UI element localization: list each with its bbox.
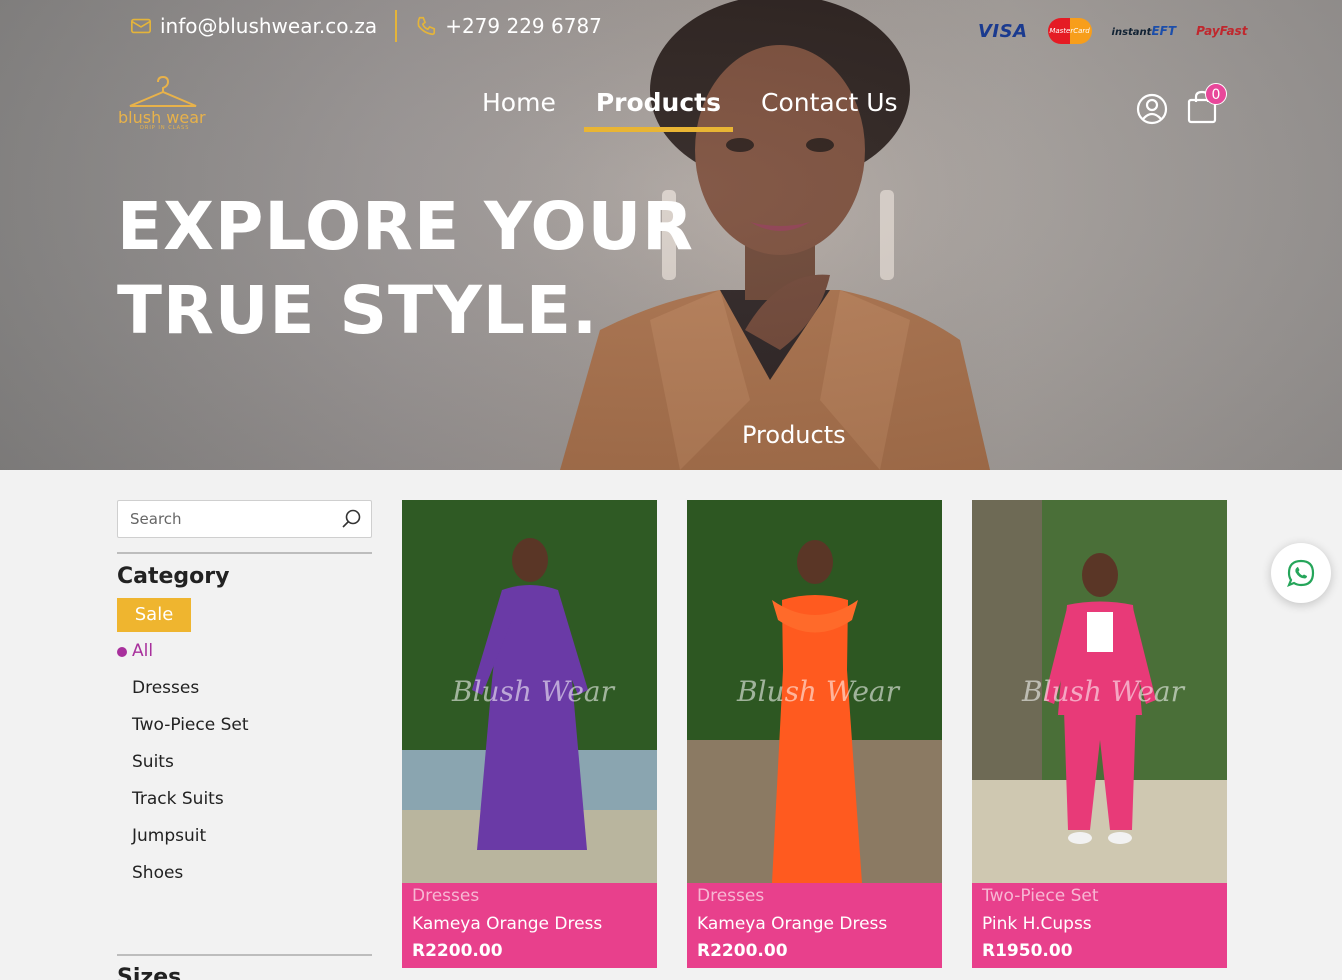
payment-logos: VISA MasterCard instantEFT PayFast bbox=[978, 18, 1247, 44]
nav-products[interactable]: Products bbox=[583, 88, 733, 132]
product-info: Dresses Kameya Orange Dress R2200.00 bbox=[412, 885, 602, 964]
instant-eft-suffix: EFT bbox=[1151, 24, 1177, 38]
phone-contact[interactable]: +279 229 6787 bbox=[415, 14, 602, 38]
product-name[interactable]: Pink H.Cupss bbox=[982, 910, 1099, 938]
sale-filter-button[interactable]: Sale bbox=[117, 598, 191, 632]
product-card[interactable]: Blush Wear Dresses Kameya Orange Dress R… bbox=[687, 500, 942, 968]
email-text[interactable]: info@blushwear.co.za bbox=[160, 14, 377, 38]
payfast-logo: PayFast bbox=[1196, 24, 1248, 38]
sizes-heading: Sizes bbox=[117, 965, 182, 980]
product-category: Dresses bbox=[412, 886, 480, 906]
product-price: R1950.00 bbox=[982, 941, 1073, 961]
category-item-track-suits[interactable]: Track Suits bbox=[117, 786, 249, 823]
instant-eft-logo: instantEFT bbox=[1112, 24, 1177, 38]
instant-eft-prefix: instant bbox=[1111, 27, 1152, 38]
main-nav: Home Products Contact Us bbox=[470, 88, 910, 132]
hero-headline-line1: EXPLORE YOUR bbox=[117, 188, 694, 265]
product-name[interactable]: Kameya Orange Dress bbox=[412, 910, 602, 938]
category-item-shoes[interactable]: Shoes bbox=[117, 860, 249, 897]
category-item-all[interactable]: All bbox=[117, 638, 249, 675]
contact-bar: info@blushwear.co.za +279 229 6787 bbox=[130, 10, 602, 42]
product-card[interactable]: Blush Wear Two-Piece Set Pink H.Cupss R1… bbox=[972, 500, 1227, 968]
category-list: All Dresses Two-Piece Set Suits Track Su… bbox=[117, 638, 249, 897]
site-logo[interactable]: blush wear DRIP IN CLASS bbox=[118, 75, 210, 132]
category-item-suits[interactable]: Suits bbox=[117, 749, 249, 786]
cart-count-badge: 0 bbox=[1205, 83, 1227, 105]
category-item-dresses[interactable]: Dresses bbox=[117, 675, 249, 712]
search-input[interactable] bbox=[118, 501, 328, 537]
phone-icon bbox=[417, 16, 436, 36]
mastercard-logo: MasterCard bbox=[1047, 18, 1092, 44]
phone-text[interactable]: +279 229 6787 bbox=[445, 14, 602, 38]
product-card[interactable]: Blush Wear Dresses Kameya Orange Dress R… bbox=[402, 500, 657, 968]
category-item-jumpsuit[interactable]: Jumpsuit bbox=[117, 823, 249, 860]
product-watermark: Blush Wear bbox=[452, 675, 615, 708]
hero-page-title: Products bbox=[742, 421, 846, 449]
whatsapp-icon bbox=[1287, 559, 1315, 587]
visa-logo: VISA bbox=[978, 20, 1028, 42]
product-name[interactable]: Kameya Orange Dress bbox=[697, 910, 887, 938]
mail-icon bbox=[131, 18, 151, 34]
whatsapp-button[interactable] bbox=[1271, 543, 1331, 603]
product-price: R2200.00 bbox=[697, 941, 788, 961]
product-watermark: Blush Wear bbox=[737, 675, 900, 708]
contact-divider bbox=[395, 10, 398, 42]
user-icon[interactable] bbox=[1136, 93, 1168, 125]
category-heading: Category bbox=[117, 564, 230, 589]
hanger-icon bbox=[129, 75, 197, 107]
product-watermark: Blush Wear bbox=[1022, 675, 1185, 708]
product-category: Dresses bbox=[697, 886, 765, 906]
email-contact[interactable]: info@blushwear.co.za bbox=[130, 14, 377, 38]
category-item-two-piece-set[interactable]: Two-Piece Set bbox=[117, 712, 249, 749]
search-box bbox=[117, 500, 372, 538]
hero-headline-line2: TRUE STYLE. bbox=[117, 272, 599, 349]
sidebar-divider-2 bbox=[117, 954, 372, 956]
product-price: R2200.00 bbox=[412, 941, 503, 961]
nav-home[interactable]: Home bbox=[470, 88, 568, 132]
product-info: Dresses Kameya Orange Dress R2200.00 bbox=[697, 885, 887, 964]
nav-contact[interactable]: Contact Us bbox=[749, 88, 910, 132]
logo-tagline: DRIP IN CLASS bbox=[140, 125, 190, 131]
product-info: Two-Piece Set Pink H.Cupss R1950.00 bbox=[982, 885, 1099, 964]
sidebar-divider bbox=[117, 552, 372, 554]
search-icon[interactable] bbox=[341, 508, 363, 530]
product-category: Two-Piece Set bbox=[982, 886, 1099, 906]
hero-headline: EXPLORE YOUR TRUE STYLE. bbox=[117, 185, 694, 353]
